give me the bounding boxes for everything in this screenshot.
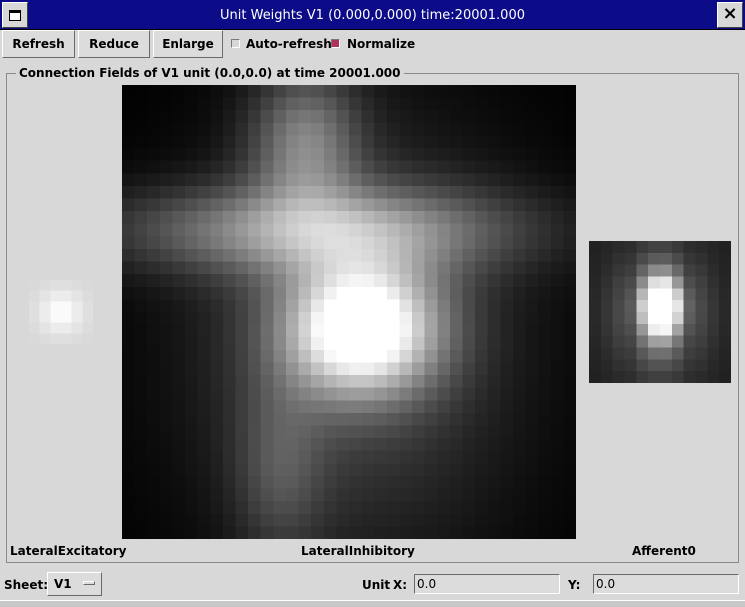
lateral-inhibitory-plot[interactable] bbox=[122, 85, 576, 539]
group-title: Connection Fields of V1 unit (0.0,0.0) a… bbox=[16, 65, 404, 81]
lateral-excitatory-plot[interactable] bbox=[29, 280, 93, 344]
normalize-checkbox[interactable] bbox=[331, 39, 340, 48]
auto-refresh-checkbox[interactable] bbox=[231, 39, 240, 48]
option-menu-indicator-icon bbox=[83, 581, 95, 585]
refresh-button[interactable]: Refresh bbox=[2, 30, 75, 58]
unit-y-field[interactable]: 0.0 bbox=[593, 574, 739, 594]
window-menu-icon[interactable] bbox=[2, 2, 28, 28]
toolbar: Refresh Reduce Enlarge Auto-refresh Norm… bbox=[0, 30, 745, 60]
lateral-inhibitory-label: LateralInhibitory bbox=[301, 544, 415, 558]
auto-refresh-label[interactable]: Auto-refresh bbox=[246, 37, 332, 51]
close-icon[interactable]: × bbox=[717, 2, 743, 28]
afferent-label: Afferent0 bbox=[632, 544, 696, 558]
title-bar: Unit Weights V1 (0.000,0.000) time:20001… bbox=[0, 0, 745, 30]
window-title: Unit Weights V1 (0.000,0.000) time:20001… bbox=[220, 8, 525, 23]
reduce-button[interactable]: Reduce bbox=[78, 30, 150, 58]
sheet-label: Sheet: bbox=[4, 578, 48, 592]
enlarge-button[interactable]: Enlarge bbox=[153, 30, 223, 58]
lateral-excitatory-label: LateralExcitatory bbox=[10, 544, 127, 558]
window-bottom-edge bbox=[0, 600, 745, 607]
sheet-value: V1 bbox=[54, 577, 72, 591]
unit-y-label: Y: bbox=[568, 578, 581, 592]
unit-label: Unit bbox=[362, 578, 391, 592]
afferent-plot[interactable] bbox=[589, 241, 731, 383]
unit-x-label: X: bbox=[393, 578, 408, 592]
unit-x-field[interactable]: 0.0 bbox=[414, 574, 560, 594]
sheet-selector[interactable]: V1 bbox=[47, 572, 102, 596]
normalize-label[interactable]: Normalize bbox=[347, 37, 415, 51]
